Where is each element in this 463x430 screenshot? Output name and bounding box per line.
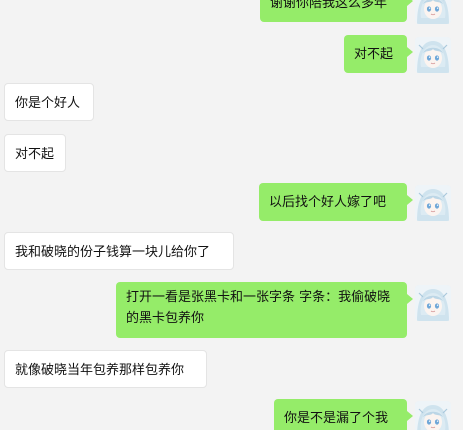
avatar-icon[interactable] [415, 401, 451, 430]
message-bubble-outgoing[interactable]: 谢谢你陪我这么多年 [260, 0, 413, 22]
avatar-icon[interactable] [415, 185, 451, 221]
message-bubble-outgoing[interactable]: 对不起 [344, 35, 413, 73]
message-bubble-incoming[interactable]: 你是个好人 [4, 83, 94, 121]
avatar-icon[interactable] [415, 37, 451, 73]
message-bubble-outgoing[interactable]: 你是不是漏了个我 [274, 399, 413, 430]
message-bubble-outgoing[interactable]: 以后找个好人嫁了吧 [259, 183, 413, 221]
message-bubble-incoming[interactable]: 对不起 [4, 134, 66, 172]
message-bubble-outgoing[interactable]: 打开一看是张黑卡和一张字条 字条：我偷破晓的黑卡包养你 [116, 282, 413, 338]
chat-message-list[interactable]: 谢谢你陪我这么多年 对不起 你是个好人 对不起 以后找个好人嫁了吧 我和破晓的份… [0, 0, 463, 430]
message-bubble-incoming[interactable]: 就像破晓当年包养那样包养你 [4, 350, 207, 388]
avatar-icon[interactable] [415, 285, 451, 321]
avatar-icon[interactable] [415, 0, 451, 24]
message-bubble-incoming[interactable]: 我和破晓的份子钱算一块儿给你了 [4, 232, 234, 270]
